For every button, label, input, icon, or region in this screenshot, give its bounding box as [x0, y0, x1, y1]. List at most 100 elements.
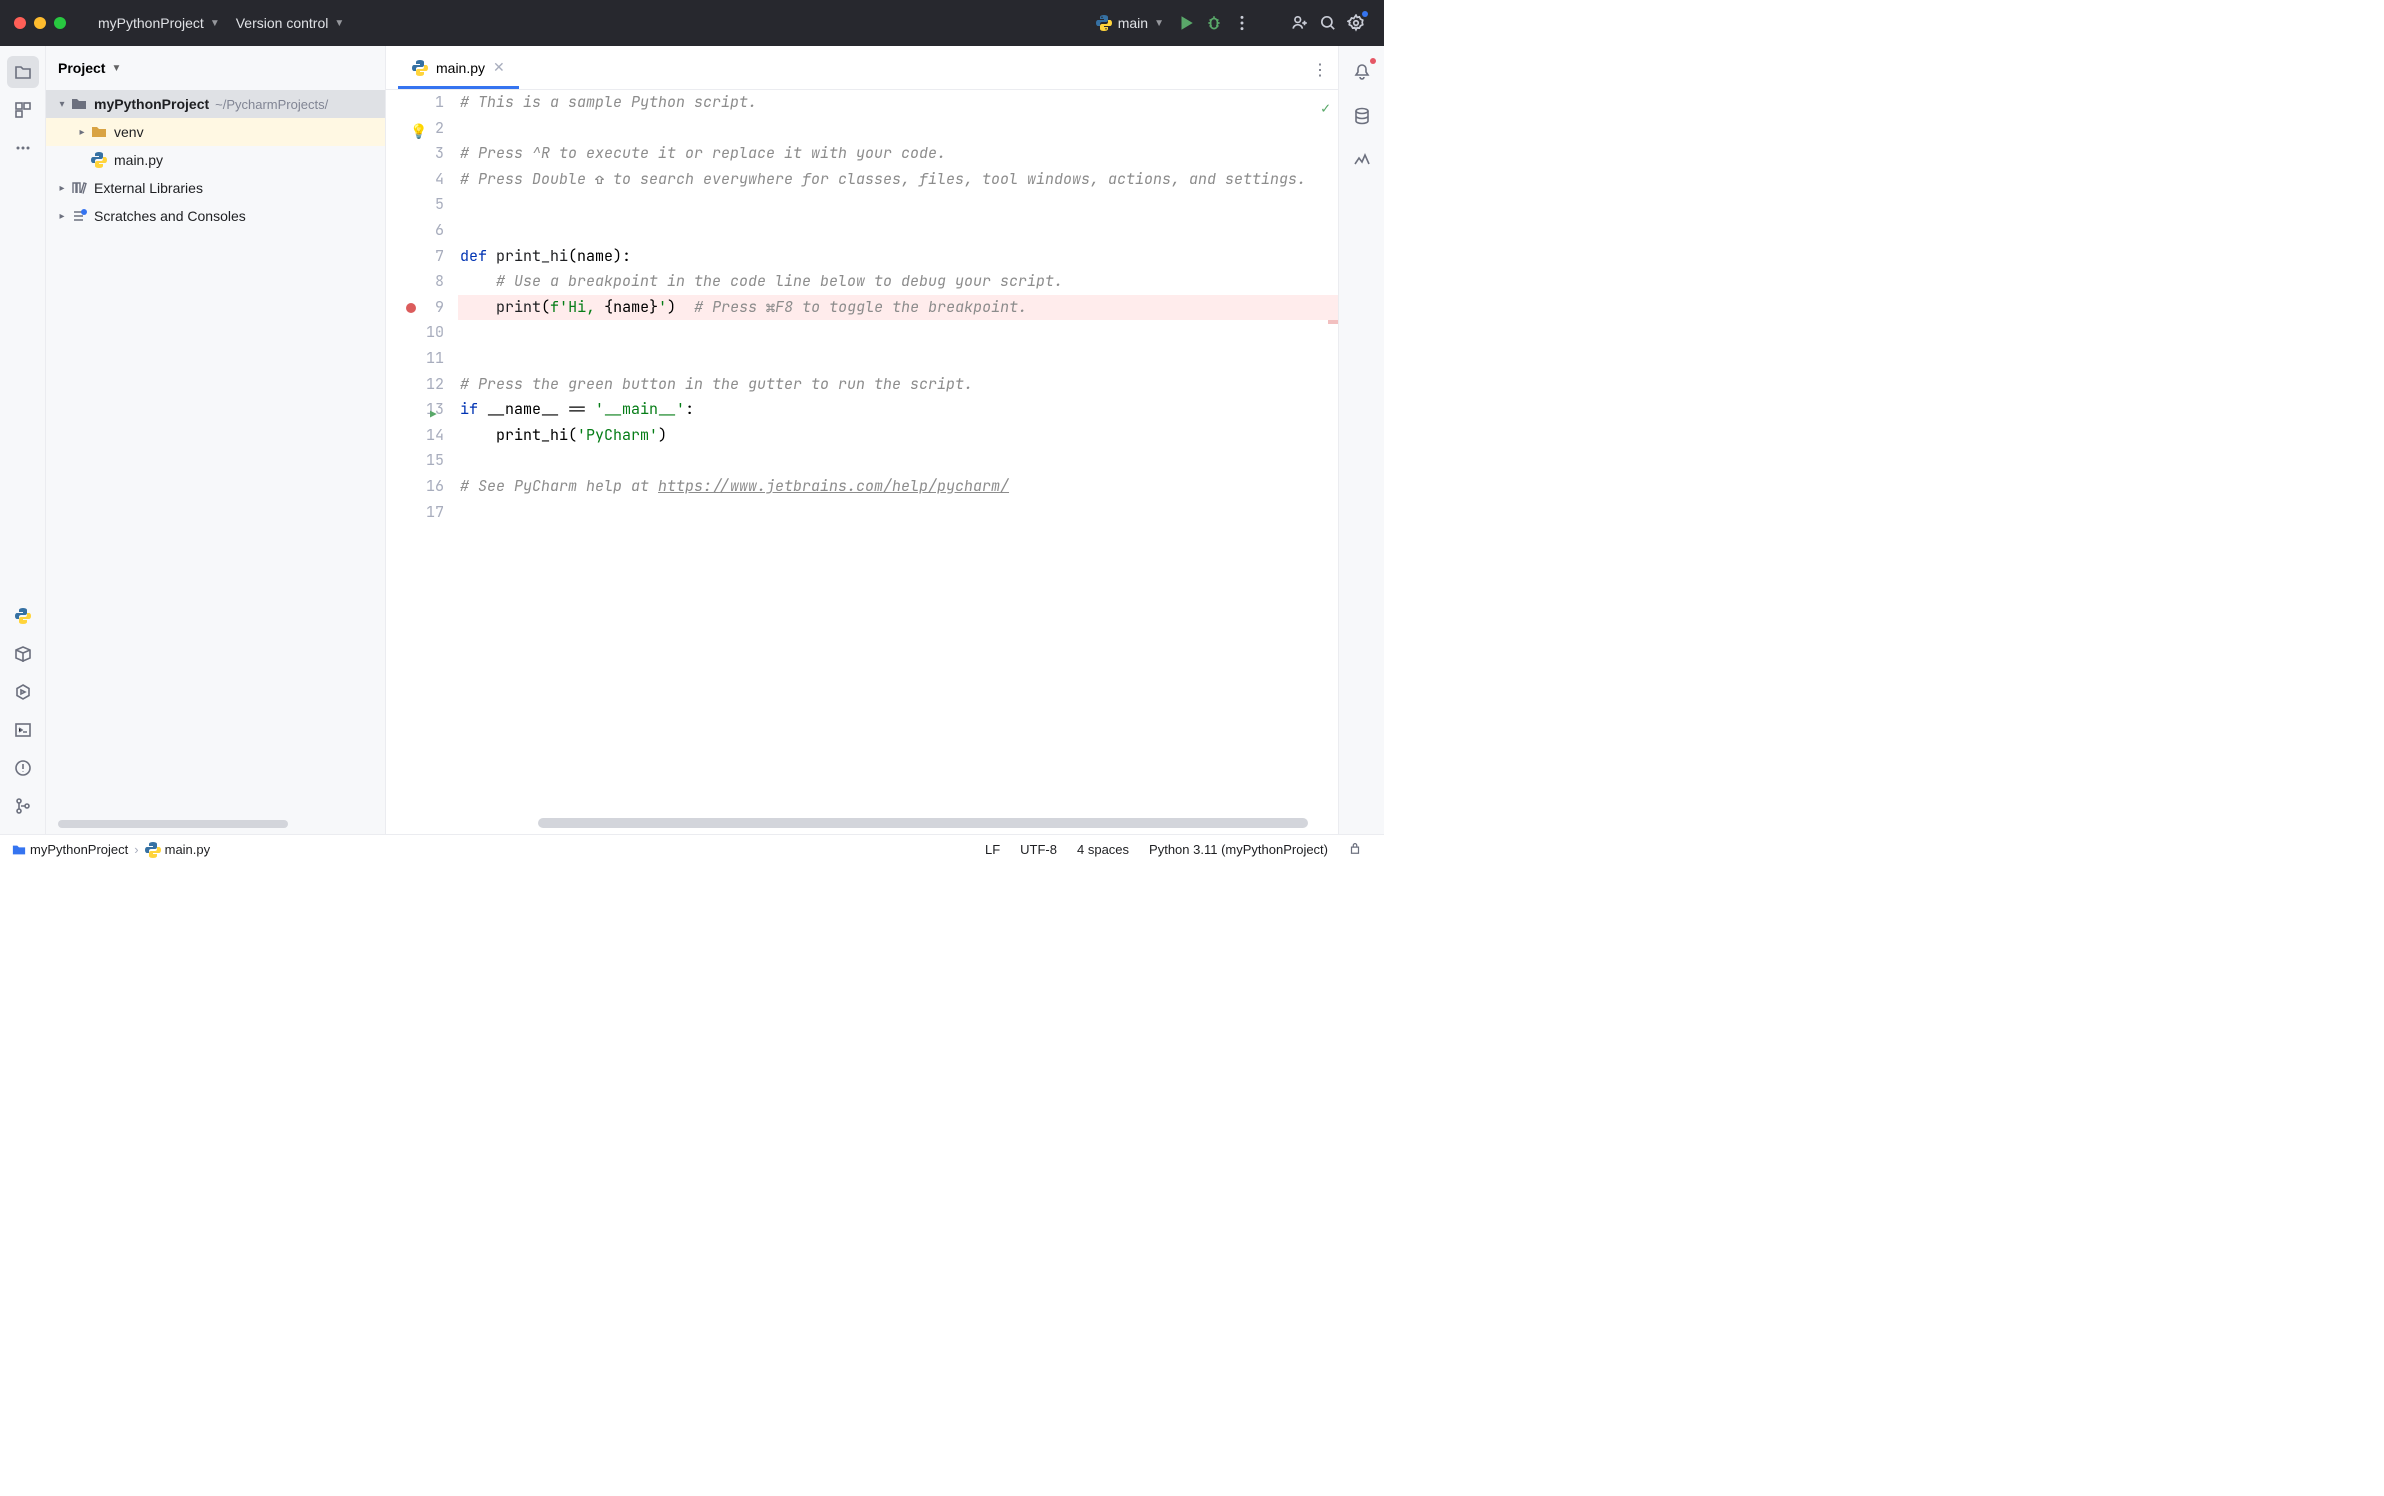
tree-root[interactable]: ▾ myPythonProject ~/PycharmProjects/: [46, 90, 385, 118]
structure-tool-button[interactable]: [7, 94, 39, 126]
close-window[interactable]: [14, 17, 26, 29]
notifications-button[interactable]: [1346, 56, 1378, 88]
more-tools-button[interactable]: [7, 132, 39, 164]
tab-filename: main.py: [436, 60, 485, 76]
terminal-button[interactable]: [7, 714, 39, 746]
line-separator[interactable]: LF: [975, 842, 1010, 857]
folder-icon: [70, 96, 88, 112]
line-number[interactable]: 9: [386, 295, 444, 321]
code-editor[interactable]: 1 2💡 3 4 5 6 7 8 9 10 11 12 13▶ 14 15 16…: [386, 90, 1338, 834]
chevron-right-icon[interactable]: ▸: [54, 183, 70, 194]
code-with-me[interactable]: [1286, 9, 1314, 37]
run-config-selector[interactable]: main ▼: [1088, 9, 1172, 37]
tree-item-scratches[interactable]: ▸ Scratches and Consoles: [46, 202, 385, 230]
project-panel-header[interactable]: Project ▼: [46, 46, 385, 90]
line-number[interactable]: 4: [386, 167, 444, 193]
chevron-right-icon[interactable]: ▸: [74, 127, 90, 138]
window-controls: [14, 17, 66, 29]
breadcrumb-project[interactable]: myPythonProject: [12, 842, 128, 857]
chevron-down-icon: ▼: [111, 63, 121, 74]
right-tool-strip: [1338, 46, 1384, 834]
titlebar: myPythonProject ▼ Version control ▼ main…: [0, 0, 1384, 46]
line-number[interactable]: 3: [386, 141, 444, 167]
python-icon: [90, 152, 108, 168]
debug-button[interactable]: [1200, 9, 1228, 37]
tab-main-py[interactable]: main.py ✕: [398, 49, 519, 89]
breadcrumb-file[interactable]: main.py: [145, 842, 211, 858]
help-link[interactable]: https://www.jetbrains.com/help/pycharm/: [658, 476, 1009, 496]
indent-settings[interactable]: 4 spaces: [1067, 842, 1139, 857]
code-comment: # Press Double ⇧ to search everywhere fo…: [460, 169, 1306, 189]
left-tool-strip: [0, 46, 46, 834]
more-actions[interactable]: [1228, 9, 1256, 37]
line-number[interactable]: 1: [386, 90, 444, 116]
tree-item-label: External Libraries: [94, 180, 203, 196]
code-content[interactable]: # This is a sample Python script. # Pres…: [458, 90, 1338, 834]
vcs-menu[interactable]: Version control ▼: [228, 9, 353, 37]
tabs-more-button[interactable]: ⋮: [1312, 60, 1328, 80]
chevron-down-icon: ▼: [210, 18, 220, 29]
services-button[interactable]: [7, 676, 39, 708]
inspection-ok-icon[interactable]: ✓: [1321, 96, 1330, 122]
project-tree: ▾ myPythonProject ~/PycharmProjects/ ▸ v…: [46, 90, 385, 230]
line-number[interactable]: 13▶: [386, 397, 444, 423]
tree-root-name: myPythonProject: [94, 96, 209, 112]
settings-button[interactable]: [1342, 9, 1370, 37]
python-packages-button[interactable]: [7, 638, 39, 670]
problems-button[interactable]: [7, 752, 39, 784]
editor-area: main.py ✕ ⋮ 1 2💡 3 4 5 6 7 8 9 10 11 12 …: [386, 46, 1338, 834]
database-button[interactable]: [1346, 100, 1378, 132]
scientific-button[interactable]: [1346, 144, 1378, 176]
line-number[interactable]: 5: [386, 192, 444, 218]
search-everywhere[interactable]: [1314, 9, 1342, 37]
line-number[interactable]: 17: [386, 500, 444, 526]
line-number[interactable]: 15: [386, 448, 444, 474]
code-comment: # Press the green button in the gutter t…: [460, 374, 973, 394]
scratches-icon: [70, 208, 88, 224]
tree-item-venv[interactable]: ▸ venv: [46, 118, 385, 146]
code-comment: # Use a breakpoint in the code line belo…: [460, 271, 1063, 291]
horizontal-scrollbar[interactable]: [58, 820, 288, 828]
file-encoding[interactable]: UTF-8: [1010, 842, 1067, 857]
line-number[interactable]: 10: [386, 320, 444, 346]
library-icon: [70, 180, 88, 196]
project-name: myPythonProject: [98, 15, 204, 31]
minimize-window[interactable]: [34, 17, 46, 29]
line-number[interactable]: 2💡: [386, 116, 444, 142]
project-panel-title: Project: [58, 60, 105, 76]
chevron-down-icon[interactable]: ▾: [54, 99, 70, 110]
error-stripe-mark[interactable]: [1328, 320, 1338, 324]
python-icon: [412, 60, 428, 76]
project-tool-button[interactable]: [7, 56, 39, 88]
line-number[interactable]: 7: [386, 244, 444, 270]
line-number[interactable]: 11: [386, 346, 444, 372]
editor-tabs: main.py ✕ ⋮: [386, 46, 1338, 90]
line-number[interactable]: 6: [386, 218, 444, 244]
project-menu[interactable]: myPythonProject ▼: [90, 9, 228, 37]
run-button[interactable]: [1172, 9, 1200, 37]
maximize-window[interactable]: [54, 17, 66, 29]
vcs-label: Version control: [236, 15, 329, 31]
line-number[interactable]: 16: [386, 474, 444, 500]
breakpoint-icon[interactable]: [406, 303, 416, 313]
line-number[interactable]: 8: [386, 269, 444, 295]
chevron-down-icon: ▼: [1154, 18, 1164, 29]
vcs-tool-button[interactable]: [7, 790, 39, 822]
horizontal-scrollbar[interactable]: [538, 818, 1308, 828]
gutter: 1 2💡 3 4 5 6 7 8 9 10 11 12 13▶ 14 15 16…: [386, 90, 458, 834]
read-only-toggle[interactable]: [1338, 841, 1372, 858]
chevron-right-icon[interactable]: ▸: [54, 211, 70, 222]
line-number[interactable]: 14: [386, 423, 444, 449]
line-number[interactable]: 12: [386, 372, 444, 398]
tree-item-label: Scratches and Consoles: [94, 208, 246, 224]
python-console-button[interactable]: [7, 600, 39, 632]
breadcrumb: myPythonProject › main.py: [12, 842, 210, 858]
statusbar: myPythonProject › main.py LF UTF-8 4 spa…: [0, 834, 1384, 864]
python-icon: [1096, 15, 1112, 31]
tree-item-main[interactable]: main.py: [46, 146, 385, 174]
close-tab-icon[interactable]: ✕: [493, 59, 505, 76]
chevron-right-icon: ›: [134, 842, 138, 857]
project-panel: Project ▼ ▾ myPythonProject ~/PycharmPro…: [46, 46, 386, 834]
interpreter-selector[interactable]: Python 3.11 (myPythonProject): [1139, 842, 1338, 857]
tree-item-ext-libs[interactable]: ▸ External Libraries: [46, 174, 385, 202]
